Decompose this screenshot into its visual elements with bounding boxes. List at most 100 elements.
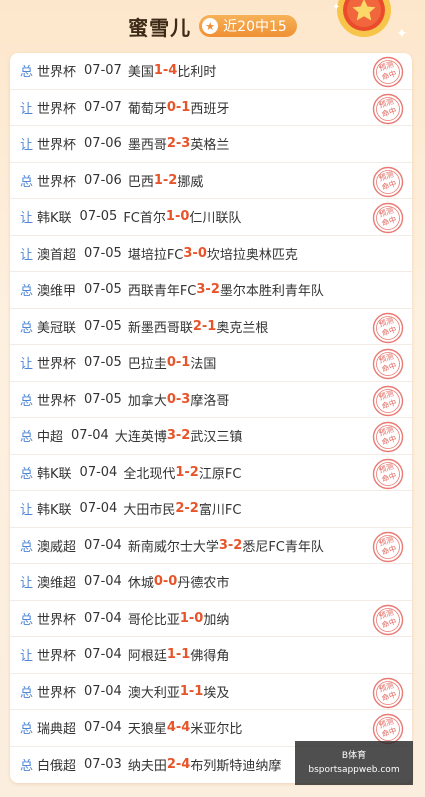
prediction-hit-stamp: 预测命中	[372, 421, 404, 453]
prediction-type: 让	[20, 503, 34, 519]
prediction-type: 总	[20, 685, 34, 701]
away-score: 1	[207, 318, 217, 334]
home-score: 0	[153, 574, 163, 590]
list-item[interactable]: 总美冠联 07-05 新墨西哥联 2 - 1 奥克兰根 预测 命中	[10, 309, 412, 345]
league-name: 世界杯	[37, 101, 77, 117]
prediction-type: 让	[20, 357, 34, 373]
league-name: 世界杯	[37, 649, 77, 665]
away-team: 丹德农市	[177, 576, 230, 592]
away-team: 摩洛哥	[190, 393, 230, 409]
list-item[interactable]: 让韩K联 07-05 FC首尔 1 - 0 仁川联队 预测 命中	[10, 199, 412, 236]
home-score: 4	[166, 720, 176, 736]
league-name: 中超	[37, 430, 64, 446]
list-item[interactable]: 总澳威超 07-04 新南威尔士大学 3 - 2 悉尼FC青年队 预测 命中	[10, 528, 412, 564]
list-item[interactable]: 总澳维甲 07-05 西联青年FC 3 - 2 墨尔本胜利青年队	[10, 272, 412, 309]
prediction-type: 总	[20, 393, 34, 409]
home-team: 纳夫田	[127, 759, 167, 775]
home-score: 0	[166, 99, 176, 115]
match-date: 07-05	[84, 318, 122, 334]
home-score: 2	[175, 501, 185, 517]
away-team: 比利时	[177, 65, 217, 81]
prediction-hit-stamp: 预测命中	[372, 458, 404, 489]
league-name: 世界杯	[37, 174, 77, 190]
prediction-hit-stamp: 预测命中	[372, 677, 404, 708]
prediction-type: 总	[20, 430, 34, 446]
prediction-type: 总	[20, 612, 34, 628]
away-score: 1	[194, 683, 204, 699]
home-score: 3	[166, 428, 176, 444]
away-team: 英格兰	[190, 138, 230, 154]
list-item[interactable]: 总中超 07-04 大连英博 3 - 2 武汉三镇 预测 命中	[10, 418, 412, 455]
list-item[interactable]: 总世界杯 07-06 巴西 1 - 2 挪威 预测 命中	[10, 163, 412, 199]
list-item[interactable]: 总世界杯 07-04 澳大利亚 1 - 1 埃及 预测 命中	[10, 674, 412, 710]
list-item[interactable]: 总韩K联 07-04 全北现代 1 - 2 江原FC 预测 命中	[10, 455, 412, 491]
home-score: 1	[179, 683, 189, 699]
home-team: 堪培拉FC	[127, 247, 184, 263]
list-item[interactable]: 让世界杯 07-05 巴拉圭 0 - 1 法国 预测 命中	[10, 345, 412, 382]
away-score: 0	[197, 245, 207, 261]
star-icon: ★	[202, 18, 219, 34]
league-name: 世界杯	[37, 65, 77, 81]
away-team: 富川FC	[198, 503, 242, 519]
away-score: 4	[168, 63, 178, 79]
league-name: 韩K联	[37, 503, 72, 519]
list-item[interactable]: 让韩K联 07-04 大田市民 2 - 2 富川FC	[10, 491, 412, 528]
home-team: FC首尔	[123, 211, 166, 227]
match-date: 07-04	[84, 574, 122, 590]
match-date: 07-04	[84, 537, 122, 553]
match-date: 07-06	[84, 172, 122, 188]
match-date: 07-05	[84, 282, 122, 298]
match-date: 07-05	[84, 355, 122, 371]
league-name: 澳维超	[37, 576, 77, 592]
match-date: 07-04	[71, 428, 109, 444]
medal-icon	[337, 0, 391, 37]
match-date: 07-07	[84, 63, 122, 79]
list-item[interactable]: 总世界杯 07-05 加拿大 0 - 3 摩洛哥 预测 命中	[10, 382, 412, 418]
home-team: 全北现代	[123, 466, 176, 482]
list-item[interactable]: 让澳首超 07-05 堪培拉FC 3 - 0 坎培拉奥林匹克	[10, 236, 412, 272]
home-score: 2	[166, 757, 176, 773]
prediction-type: 让	[20, 576, 34, 592]
list-item[interactable]: 让世界杯 07-06 墨西哥 2 - 3 英格兰	[10, 126, 412, 163]
home-score: 3	[196, 282, 206, 298]
away-score: 2	[189, 464, 199, 480]
away-team: 悉尼FC青年队	[242, 539, 324, 555]
home-team: 葡萄牙	[127, 101, 167, 117]
match-date: 07-05	[84, 245, 122, 261]
away-score: 2	[168, 172, 178, 188]
prediction-type: 总	[20, 539, 34, 555]
home-team: 加拿大	[127, 393, 167, 409]
list-item[interactable]: 让澳维超 07-04 休城 0 - 0 丹德农市	[10, 564, 412, 601]
away-team: 西班牙	[190, 101, 230, 117]
prediction-type: 让	[20, 101, 34, 117]
prediction-hit-stamp: 预测命中	[372, 348, 404, 380]
prediction-type: 总	[20, 466, 34, 482]
away-score: 1	[181, 99, 191, 115]
list-item[interactable]: 让世界杯 07-07 葡萄牙 0 - 1 西班牙 预测 命中	[10, 90, 412, 126]
away-score: 2	[189, 501, 199, 517]
league-name: 韩K联	[37, 466, 72, 482]
list-item[interactable]: 让世界杯 07-04 阿根廷 1 - 1 佛得角	[10, 637, 412, 674]
prediction-type: 总	[20, 320, 34, 336]
home-score: 1	[166, 647, 176, 663]
list-item[interactable]: 总世界杯 07-07 美国 1 - 4 比利时 预测 命中	[10, 53, 412, 90]
prediction-hit-stamp: 预测命中	[372, 166, 404, 197]
away-score: 2	[181, 428, 191, 444]
prediction-hit-stamp: 预测命中	[372, 202, 404, 234]
league-name: 美冠联	[37, 320, 77, 336]
home-team: 墨西哥	[127, 138, 167, 154]
prediction-type: 让	[20, 211, 34, 227]
prediction-type: 总	[20, 284, 34, 300]
away-score: 4	[181, 720, 191, 736]
league-name: 白俄超	[37, 759, 77, 775]
away-score: 3	[181, 391, 191, 407]
page-title: 蜜雪儿	[128, 15, 192, 40]
list-item[interactable]: 总世界杯 07-04 哥伦比亚 1 - 0 加纳 预测 命中	[10, 601, 412, 637]
away-score: 0	[168, 574, 178, 590]
away-team: 米亚尔比	[190, 722, 243, 738]
home-team: 哥伦比亚	[127, 612, 180, 628]
home-score: 0	[166, 355, 176, 371]
win-rate-text: 近20中15	[223, 19, 287, 35]
home-score: 1	[153, 63, 163, 79]
prediction-list: 总世界杯 07-07 美国 1 - 4 比利时 预测 命中让世界杯 07-07 葡萄牙 0 - 1…	[10, 53, 412, 783]
